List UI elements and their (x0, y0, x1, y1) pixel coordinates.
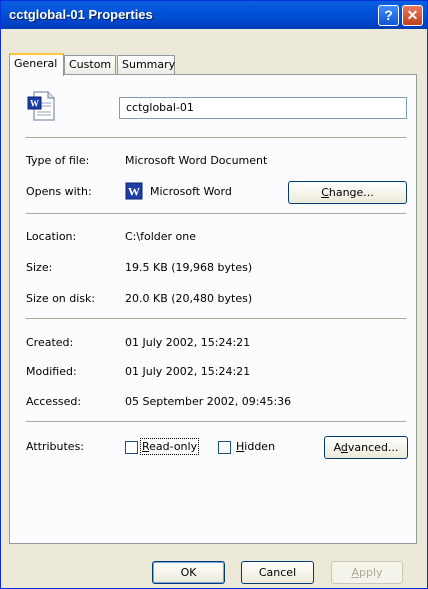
hidden-label-rest: idden (244, 440, 276, 453)
read-only-label[interactable]: Read-only (139, 438, 200, 455)
file-name-input[interactable]: cctglobal-01 (119, 97, 407, 119)
size-on-disk-value: 20.0 KB (20,480 bytes) (125, 292, 253, 305)
created-label: Created: (26, 336, 74, 349)
window-title: cctglobal-01 Properties (9, 7, 153, 22)
word-document-icon: W (27, 91, 55, 121)
apply-button[interactable]: Apply (331, 561, 403, 584)
divider (26, 318, 406, 319)
tab-custom[interactable]: Custom (64, 55, 116, 75)
svg-text:W: W (30, 99, 39, 109)
hidden-checkbox[interactable] (218, 441, 231, 454)
ok-button[interactable]: OK (152, 561, 225, 584)
svg-text:W: W (128, 185, 140, 199)
size-value: 19.5 KB (19,968 bytes) (125, 261, 253, 274)
general-panel: W cctglobal-01 Type of file: Microsoft W… (9, 74, 417, 544)
word-app-icon: W (125, 182, 143, 200)
type-of-file-label: Type of file: (26, 154, 90, 167)
read-only-label-rest: ead-only (149, 440, 198, 453)
advanced-button-accesskey: d (340, 441, 348, 454)
size-label: Size: (26, 261, 53, 274)
hidden-label[interactable]: Hidden (236, 440, 275, 453)
accessed-value: 05 September 2002, 09:45:36 (125, 395, 292, 408)
apply-button-label-rest: pply (359, 566, 383, 579)
accessed-label: Accessed: (26, 395, 82, 408)
tab-general[interactable]: General (9, 53, 64, 76)
modified-value: 01 July 2002, 15:24:21 (125, 365, 251, 378)
divider (26, 213, 406, 214)
help-button[interactable]: ? (378, 5, 399, 26)
attributes-label: Attributes: (26, 440, 85, 453)
advanced-button-label-rest: vanced... (347, 441, 399, 454)
modified-label: Modified: (26, 365, 77, 378)
read-only-checkbox[interactable] (125, 441, 138, 454)
location-value: C:\folder one (125, 230, 196, 243)
advanced-button[interactable]: Advanced... (324, 436, 408, 459)
size-on-disk-label: Size on disk: (26, 292, 96, 305)
opens-with-value: Microsoft Word (150, 185, 232, 198)
change-button[interactable]: Change... (288, 181, 407, 204)
apply-accesskey: A (351, 566, 359, 579)
advanced-button-label-pre: A (333, 441, 341, 454)
tab-summary[interactable]: Summary (117, 55, 175, 75)
cancel-button[interactable]: Cancel (241, 561, 314, 584)
close-button[interactable]: ✕ (402, 5, 423, 26)
title-bar[interactable]: cctglobal-01 Properties ? ✕ (1, 1, 427, 29)
location-label: Location: (26, 230, 77, 243)
change-button-label-rest: hange... (328, 186, 374, 199)
opens-with-label: Opens with: (26, 185, 92, 198)
change-button-accesskey: C (321, 186, 329, 199)
created-value: 01 July 2002, 15:24:21 (125, 336, 251, 349)
type-of-file-value: Microsoft Word Document (125, 154, 268, 167)
properties-dialog: cctglobal-01 Properties ? ✕ General Cust… (0, 0, 428, 589)
divider (26, 137, 406, 138)
divider (26, 421, 406, 422)
